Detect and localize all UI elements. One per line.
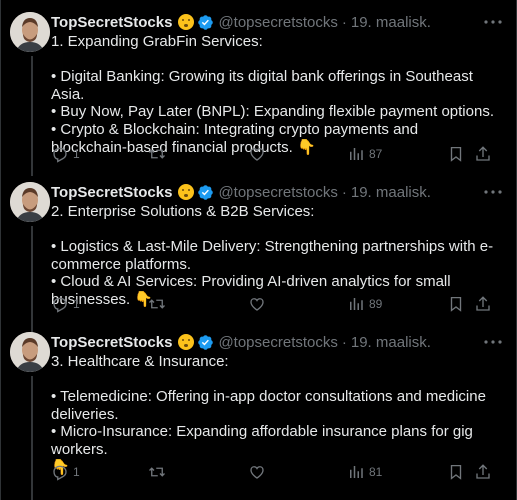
verified-badge-icon[interactable] xyxy=(197,334,214,351)
like-button[interactable] xyxy=(248,463,266,481)
retweet-icon xyxy=(149,149,165,159)
reply-icon xyxy=(53,297,67,313)
views-icon xyxy=(350,148,363,160)
tweet-header: TopSecretStocks @topsecretstocks · 19. m… xyxy=(51,12,497,32)
retweet-icon xyxy=(149,467,165,477)
like-icon xyxy=(250,466,264,479)
bookmark-icon xyxy=(450,146,462,162)
share-icon xyxy=(476,464,490,479)
more-icon[interactable] xyxy=(481,180,505,204)
author-handle[interactable]: @topsecretstocks xyxy=(218,184,337,201)
share-icon xyxy=(476,146,490,161)
view-count: 81 xyxy=(369,465,383,479)
tweet-text: 2. Enterprise Solutions & B2B Services: … xyxy=(51,203,494,308)
tweet-actions: 1 89 xyxy=(51,294,497,314)
bookmark-button[interactable] xyxy=(447,295,465,313)
tweet-content: TopSecretStocks @topsecretstocks · 19. m… xyxy=(51,12,502,156)
author-name[interactable]: TopSecretStocks xyxy=(51,334,172,351)
author-name[interactable]: TopSecretStocks xyxy=(51,184,172,201)
thread-connector-line xyxy=(31,56,33,176)
separator-dot: · xyxy=(341,13,347,31)
author-name[interactable]: TopSecretStocks xyxy=(51,14,172,31)
avatar[interactable] xyxy=(10,182,50,222)
retweet-button[interactable] xyxy=(147,145,167,163)
tweet-actions: 1 81 xyxy=(51,462,497,482)
views-button[interactable]: 89 xyxy=(347,295,382,313)
bookmark-icon xyxy=(450,464,462,480)
verified-badge-icon[interactable] xyxy=(197,14,214,31)
verified-badge-icon[interactable] xyxy=(197,184,214,201)
like-icon xyxy=(250,298,264,311)
like-icon xyxy=(250,148,264,161)
tweet-date[interactable]: 19. maalisk. xyxy=(351,184,431,201)
avatar[interactable] xyxy=(10,332,50,372)
shushing-face-icon xyxy=(178,334,195,350)
more-icon[interactable] xyxy=(481,330,505,354)
reply-count: 1 xyxy=(73,147,80,161)
tweet-header: TopSecretStocks @topsecretstocks · 19. m… xyxy=(51,182,497,202)
share-button[interactable] xyxy=(474,145,492,163)
more-icon[interactable] xyxy=(481,10,505,34)
reply-icon xyxy=(53,147,67,163)
tweet-date[interactable]: 19. maalisk. xyxy=(351,14,431,31)
views-button[interactable]: 87 xyxy=(347,145,382,163)
thread-connector-line xyxy=(31,376,33,500)
tweet-2[interactable]: TopSecretStocks @topsecretstocks · 19. m… xyxy=(0,170,517,336)
separator-dot: · xyxy=(341,183,347,201)
views-button[interactable]: 81 xyxy=(347,463,382,481)
views-icon xyxy=(350,466,363,478)
reply-count: 1 xyxy=(73,297,80,311)
tweet-actions: 1 87 xyxy=(51,144,497,164)
bookmark-icon xyxy=(450,296,462,312)
views-icon xyxy=(350,298,363,310)
share-button[interactable] xyxy=(474,295,492,313)
like-button[interactable] xyxy=(248,295,266,313)
view-count: 89 xyxy=(369,297,383,311)
tweet-content: TopSecretStocks @topsecretstocks · 19. m… xyxy=(51,182,502,309)
avatar[interactable] xyxy=(10,12,50,52)
bookmark-button[interactable] xyxy=(447,145,465,163)
like-button[interactable] xyxy=(248,145,266,163)
tweet-header: TopSecretStocks @topsecretstocks · 19. m… xyxy=(51,332,497,352)
tweet-text: 3. Healthcare & Insurance: • Telemedicin… xyxy=(51,353,486,476)
tweet-1[interactable]: TopSecretStocks @topsecretstocks · 19. m… xyxy=(0,0,517,176)
author-handle[interactable]: @topsecretstocks xyxy=(218,334,337,351)
shushing-face-icon xyxy=(178,14,195,30)
tweet-text: 1. Expanding GrabFin Services: • Digital… xyxy=(51,33,494,156)
tweet-content: TopSecretStocks @topsecretstocks · 19. m… xyxy=(51,332,502,476)
reply-count: 1 xyxy=(73,465,80,479)
view-count: 87 xyxy=(369,147,383,161)
tweet-date[interactable]: 19. maalisk. xyxy=(351,334,431,351)
retweet-button[interactable] xyxy=(147,295,167,313)
shushing-face-icon xyxy=(178,184,195,200)
reply-button[interactable]: 1 xyxy=(51,295,80,313)
author-handle[interactable]: @topsecretstocks xyxy=(218,14,337,31)
bookmark-button[interactable] xyxy=(447,463,465,481)
share-button[interactable] xyxy=(474,463,492,481)
reply-button[interactable]: 1 xyxy=(51,463,80,481)
retweet-icon xyxy=(149,299,165,309)
tweet-3[interactable]: TopSecretStocks @topsecretstocks · 19. m… xyxy=(0,320,517,500)
share-icon xyxy=(476,296,490,311)
separator-dot: · xyxy=(341,333,347,351)
reply-button[interactable]: 1 xyxy=(51,145,80,163)
reply-icon xyxy=(53,465,67,481)
retweet-button[interactable] xyxy=(147,463,167,481)
